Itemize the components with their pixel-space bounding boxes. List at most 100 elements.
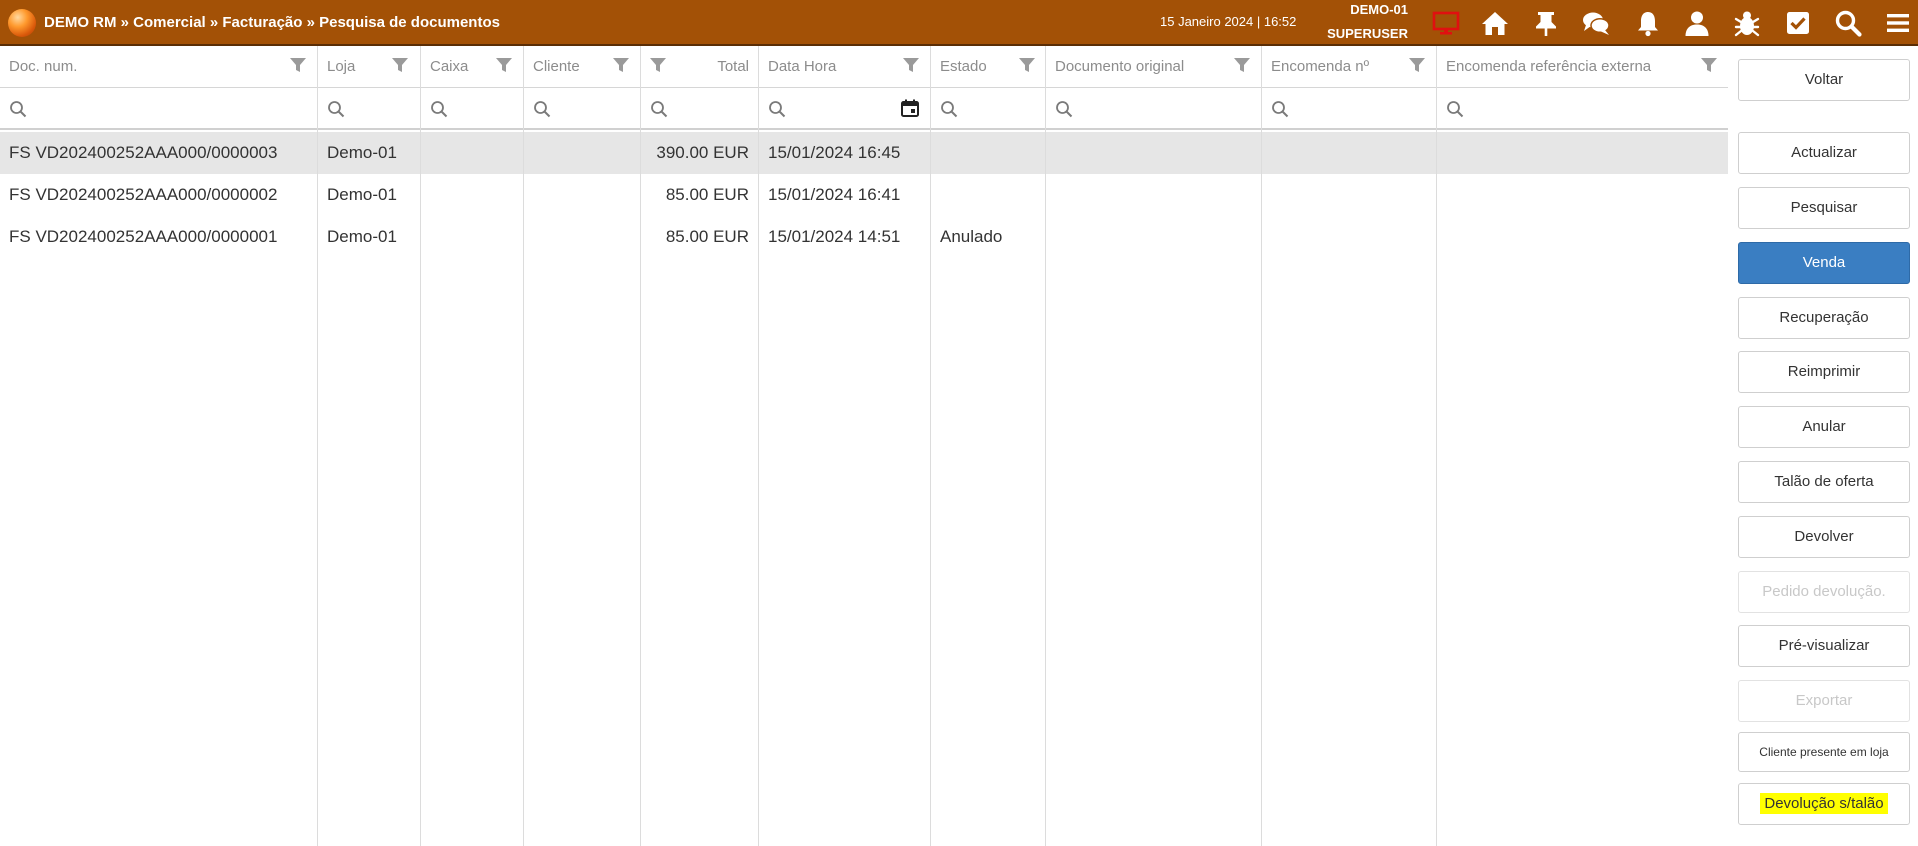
table-row[interactable]: FS VD202400252AAA000/0000002 Demo-01 85.… bbox=[0, 174, 1728, 216]
breadcrumb: DEMO RM » Comercial » Facturação » Pesqu… bbox=[44, 14, 500, 31]
table-row[interactable]: FS VD202400252AAA000/0000003 Demo-01 390… bbox=[0, 132, 1728, 174]
column-divider[interactable] bbox=[1436, 46, 1437, 846]
column-header-label: Data Hora bbox=[768, 58, 837, 75]
calendar-icon[interactable] bbox=[900, 98, 920, 118]
column-header-label: Cliente bbox=[533, 58, 580, 75]
user-name: SUPERUSER bbox=[1327, 26, 1408, 41]
documents-grid: Doc. num. Loja Caixa Cliente Total Data … bbox=[0, 46, 1728, 846]
menu-icon[interactable] bbox=[1884, 9, 1912, 37]
column-header-loja[interactable]: Loja bbox=[318, 46, 420, 88]
filter-input-loja[interactable] bbox=[318, 88, 420, 130]
search-icon bbox=[431, 101, 448, 118]
table-row[interactable]: FS VD202400252AAA000/0000001 Demo-01 85.… bbox=[0, 216, 1728, 258]
column-divider[interactable] bbox=[523, 46, 524, 846]
column-header-estado[interactable]: Estado bbox=[931, 46, 1045, 88]
top-bar: DEMO RM » Comercial » Facturação » Pesqu… bbox=[0, 0, 1918, 46]
column-header-label: Total bbox=[717, 58, 749, 75]
filter-input-total[interactable] bbox=[641, 88, 758, 130]
column-divider[interactable] bbox=[420, 46, 421, 846]
column-header-label: Loja bbox=[327, 58, 356, 75]
pre-visualizar-button[interactable]: Pré-visualizar bbox=[1738, 625, 1910, 667]
talao-oferta-button[interactable]: Talão de oferta bbox=[1738, 461, 1910, 503]
filter-icon[interactable] bbox=[1233, 56, 1251, 74]
column-divider[interactable] bbox=[317, 46, 318, 846]
checkbox-icon[interactable] bbox=[1784, 9, 1812, 37]
cell-doc-num: FS VD202400252AAA000/0000002 bbox=[9, 185, 278, 204]
column-divider[interactable] bbox=[1261, 46, 1262, 846]
devolver-button[interactable]: Devolver bbox=[1738, 516, 1910, 558]
column-header-data-hora[interactable]: Data Hora bbox=[759, 46, 930, 88]
action-sidebar: Voltar Actualizar Pesquisar Venda Recupe… bbox=[1728, 46, 1918, 846]
cell-data-hora: 15/01/2024 16:45 bbox=[768, 143, 901, 162]
column-header-total[interactable]: Total bbox=[641, 46, 758, 88]
pedido-devolucao-button[interactable]: Pedido devolução. bbox=[1738, 571, 1910, 613]
filter-icon[interactable] bbox=[1408, 56, 1426, 74]
filter-input-doc-num[interactable] bbox=[0, 88, 317, 130]
bell-icon[interactable] bbox=[1634, 9, 1662, 37]
filter-input-documento-original[interactable] bbox=[1046, 88, 1261, 130]
column-header-caixa[interactable]: Caixa bbox=[421, 46, 523, 88]
column-header-label: Documento original bbox=[1055, 58, 1185, 75]
filter-icon[interactable] bbox=[649, 56, 667, 74]
filter-input-estado[interactable] bbox=[931, 88, 1045, 130]
pin-icon[interactable] bbox=[1532, 9, 1560, 37]
search-icon bbox=[1447, 101, 1464, 118]
cliente-presente-button[interactable]: Cliente presente em loja bbox=[1738, 732, 1910, 772]
recuperacao-button[interactable]: Recuperação bbox=[1738, 297, 1910, 339]
filter-icon[interactable] bbox=[391, 56, 409, 74]
anular-button[interactable]: Anular bbox=[1738, 406, 1910, 448]
column-header-label: Doc. num. bbox=[9, 58, 78, 75]
filter-icon[interactable] bbox=[1018, 56, 1036, 74]
bug-icon[interactable] bbox=[1733, 9, 1761, 37]
monitor-icon[interactable] bbox=[1432, 9, 1460, 37]
home-icon[interactable] bbox=[1481, 9, 1509, 37]
search-icon bbox=[328, 101, 345, 118]
cell-doc-num: FS VD202400252AAA000/0000001 bbox=[9, 227, 278, 246]
column-header-doc-num[interactable]: Doc. num. bbox=[0, 46, 317, 88]
column-divider[interactable] bbox=[1045, 46, 1046, 846]
devolucao-sem-talao-button[interactable]: Devolução s/talão bbox=[1738, 783, 1910, 825]
filter-input-cliente[interactable] bbox=[524, 88, 640, 130]
column-header-label: Encomenda nº bbox=[1271, 58, 1370, 75]
reimprimir-button[interactable]: Reimprimir bbox=[1738, 351, 1910, 393]
column-divider[interactable] bbox=[640, 46, 641, 846]
column-header-encomenda-ref-externa[interactable]: Encomenda referência externa bbox=[1437, 46, 1728, 88]
search-icon bbox=[769, 101, 786, 118]
voltar-button[interactable]: Voltar bbox=[1738, 59, 1910, 101]
column-header-documento-original[interactable]: Documento original bbox=[1046, 46, 1261, 88]
chat-icon[interactable] bbox=[1582, 9, 1610, 37]
filter-input-encomenda-ref-externa[interactable] bbox=[1437, 88, 1728, 130]
cell-data-hora: 15/01/2024 16:41 bbox=[768, 185, 901, 204]
app-logo[interactable] bbox=[8, 9, 36, 37]
filter-icon[interactable] bbox=[1700, 56, 1718, 74]
cell-total: 390.00 EUR bbox=[656, 143, 749, 162]
search-icon bbox=[10, 101, 27, 118]
filter-input-encomenda[interactable] bbox=[1262, 88, 1436, 130]
actualizar-button[interactable]: Actualizar bbox=[1738, 132, 1910, 174]
column-header-label: Estado bbox=[940, 58, 987, 75]
cell-total: 85.00 EUR bbox=[665, 185, 749, 204]
exportar-button[interactable]: Exportar bbox=[1738, 680, 1910, 722]
cell-estado: Anulado bbox=[940, 227, 1003, 246]
column-header-label: Encomenda referência externa bbox=[1446, 58, 1652, 75]
venda-button[interactable]: Venda bbox=[1738, 242, 1910, 284]
column-header-cliente[interactable]: Cliente bbox=[524, 46, 640, 88]
column-divider[interactable] bbox=[930, 46, 931, 846]
cell-doc-num: FS VD202400252AAA000/0000003 bbox=[9, 143, 278, 162]
column-header-encomenda[interactable]: Encomenda nº bbox=[1262, 46, 1436, 88]
search-icon[interactable] bbox=[1834, 9, 1862, 37]
store-code: DEMO-01 bbox=[1350, 2, 1408, 17]
filter-icon[interactable] bbox=[902, 56, 920, 74]
pesquisar-button[interactable]: Pesquisar bbox=[1738, 187, 1910, 229]
column-divider[interactable] bbox=[758, 46, 759, 846]
filter-icon[interactable] bbox=[495, 56, 513, 74]
filter-input-data-hora[interactable] bbox=[759, 88, 930, 130]
user-icon[interactable] bbox=[1683, 9, 1711, 37]
cell-loja: Demo-01 bbox=[327, 143, 397, 162]
filter-icon[interactable] bbox=[612, 56, 630, 74]
search-icon bbox=[651, 101, 668, 118]
cell-loja: Demo-01 bbox=[327, 227, 397, 246]
filter-input-caixa[interactable] bbox=[421, 88, 523, 130]
search-icon bbox=[941, 101, 958, 118]
filter-icon[interactable] bbox=[289, 56, 307, 74]
